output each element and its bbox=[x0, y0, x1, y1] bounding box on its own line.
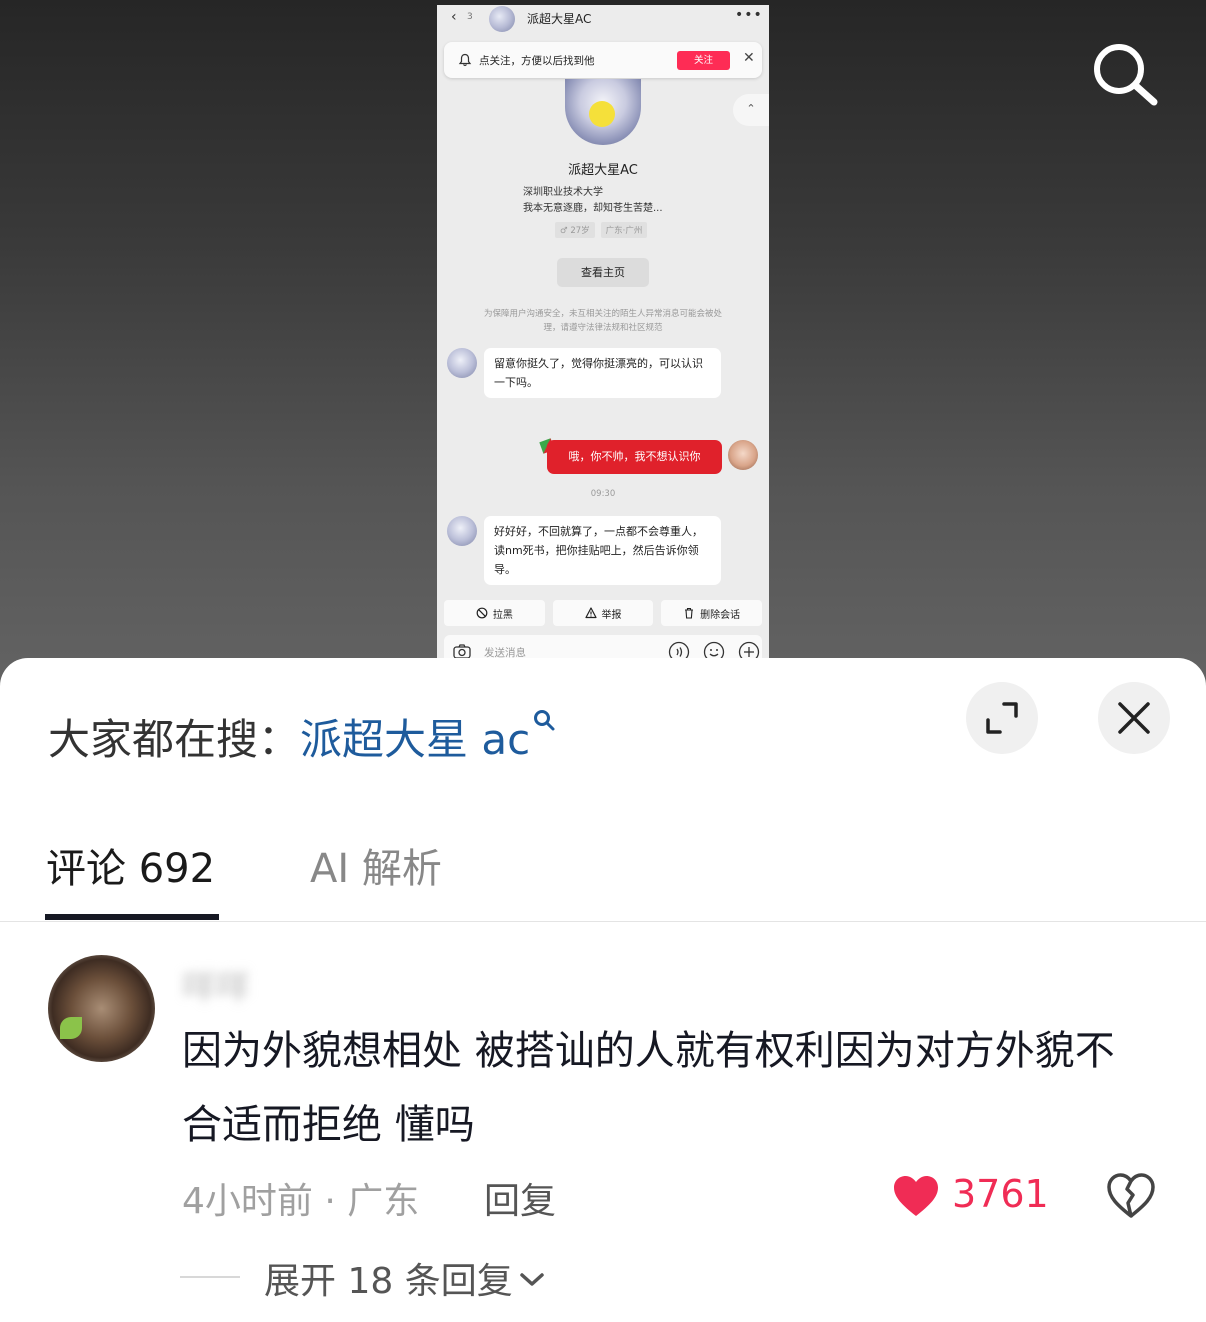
expand-icon bbox=[986, 702, 1018, 734]
chat-avatar[interactable] bbox=[489, 6, 515, 32]
reply-button[interactable]: 回复 bbox=[484, 1172, 556, 1224]
age-tag: ♂ 27岁 bbox=[555, 222, 595, 238]
follow-button[interactable]: 关注 bbox=[677, 51, 730, 70]
report-label: 举报 bbox=[601, 609, 622, 621]
comment-sheet: 大家都在搜：派超大星 ac 评论 692 AI 解析 咩咩 因为外貌想相处 被搭… bbox=[0, 658, 1206, 1322]
back-chevron-icon[interactable]: ‹ bbox=[451, 9, 457, 25]
profile-avatar[interactable] bbox=[565, 79, 641, 145]
profile-school: 深圳职业技术大学 bbox=[523, 187, 603, 198]
trash-icon bbox=[685, 607, 694, 619]
chat-header: ‹ 3 派超大星AC ••• bbox=[437, 5, 769, 33]
comment-meta: 4小时前 · 广东 bbox=[182, 1181, 420, 1222]
more-icon[interactable]: ••• bbox=[735, 7, 763, 23]
unread-count: 3 bbox=[467, 12, 473, 22]
warning-icon bbox=[584, 607, 597, 619]
collapse-icon[interactable]: ⌃ bbox=[733, 94, 769, 126]
safety-notice: 为保障用户沟通安全，未互相关注的陌生人异常消息可能会被处理，请遵守法律法规和社区… bbox=[483, 309, 722, 333]
commenter-name[interactable]: 咩咩 bbox=[182, 960, 250, 1009]
search-icon[interactable] bbox=[1086, 38, 1162, 108]
divider-line bbox=[180, 1276, 240, 1278]
dislike-broken-heart-icon[interactable] bbox=[1106, 1172, 1156, 1220]
block-icon bbox=[476, 607, 488, 619]
expand-replies-button[interactable]: 展开 18 条回复 bbox=[264, 1252, 545, 1304]
comment-text: 因为外貌想相处 被搭讪的人就有权利因为对方外貌不合适而拒绝 懂吗 bbox=[182, 1028, 1115, 1148]
trending-search-label: 大家都在搜： bbox=[48, 715, 301, 764]
trending-search[interactable]: 大家都在搜：派超大星 ac bbox=[48, 706, 556, 767]
sender-avatar[interactable] bbox=[447, 348, 477, 378]
follow-banner: 点关注，方便以后找到他 关注 ✕ bbox=[444, 42, 762, 78]
view-profile-button[interactable]: 查看主页 bbox=[557, 258, 649, 287]
report-button[interactable]: 举报 bbox=[552, 600, 654, 626]
my-avatar[interactable] bbox=[728, 440, 758, 470]
block-label: 拉黑 bbox=[492, 609, 513, 621]
close-icon[interactable]: ✕ bbox=[743, 50, 755, 66]
close-button[interactable] bbox=[1098, 682, 1170, 754]
message-bubble: 留意你挺久了，觉得你挺漂亮的，可以认识一下吗。 bbox=[484, 348, 721, 398]
block-button[interactable]: 拉黑 bbox=[444, 600, 545, 626]
like-heart-icon[interactable] bbox=[892, 1174, 940, 1218]
close-icon bbox=[1118, 702, 1150, 734]
delete-chat-button[interactable]: 删除会话 bbox=[661, 600, 763, 626]
expand-replies-label: 展开 18 条回复 bbox=[264, 1261, 513, 1302]
bell-icon bbox=[458, 53, 472, 67]
search-icon bbox=[534, 710, 555, 731]
sender-avatar[interactable] bbox=[447, 516, 477, 546]
sheet-tabs: 评论 692 AI 解析 bbox=[0, 828, 1206, 922]
like-count: 3761 bbox=[952, 1172, 1049, 1216]
profile-bio: 我本无意逐鹿，却知苍生苦楚... bbox=[523, 203, 663, 214]
my-message-bubble: 哦，你不帅，我不想认识你 bbox=[547, 440, 722, 474]
chat-actions: 拉黑 举报 删除会话 bbox=[444, 600, 763, 626]
profile-name: 派超大星AC bbox=[568, 163, 638, 178]
active-tab-indicator bbox=[45, 914, 219, 920]
expand-button[interactable] bbox=[966, 682, 1038, 754]
chat-screenshot: ‹ 3 派超大星AC ••• 点关注，方便以后找到他 关注 ✕ ⌃ 派超大星AC… bbox=[437, 5, 769, 675]
tab-comments[interactable]: 评论 692 bbox=[46, 836, 215, 894]
chevron-down-icon bbox=[519, 1273, 544, 1286]
tab-ai-analysis[interactable]: AI 解析 bbox=[310, 836, 442, 894]
chat-title: 派超大星AC bbox=[527, 12, 592, 26]
profile-tags: ♂ 27岁 广东·广州 bbox=[555, 222, 648, 238]
trending-search-keyword[interactable]: 派超大星 ac bbox=[300, 715, 530, 764]
delete-chat-label: 删除会话 bbox=[700, 609, 741, 621]
message-bubble: 好好好，不回就算了，一点都不会尊重人，读nm死书，把你挂贴吧上，然后告诉你领导。 bbox=[484, 516, 721, 585]
message-time: 09:30 bbox=[590, 489, 616, 499]
banner-text: 点关注，方便以后找到他 bbox=[479, 55, 595, 67]
commenter-avatar[interactable] bbox=[48, 955, 155, 1062]
location-tag: 广东·广州 bbox=[600, 222, 648, 238]
